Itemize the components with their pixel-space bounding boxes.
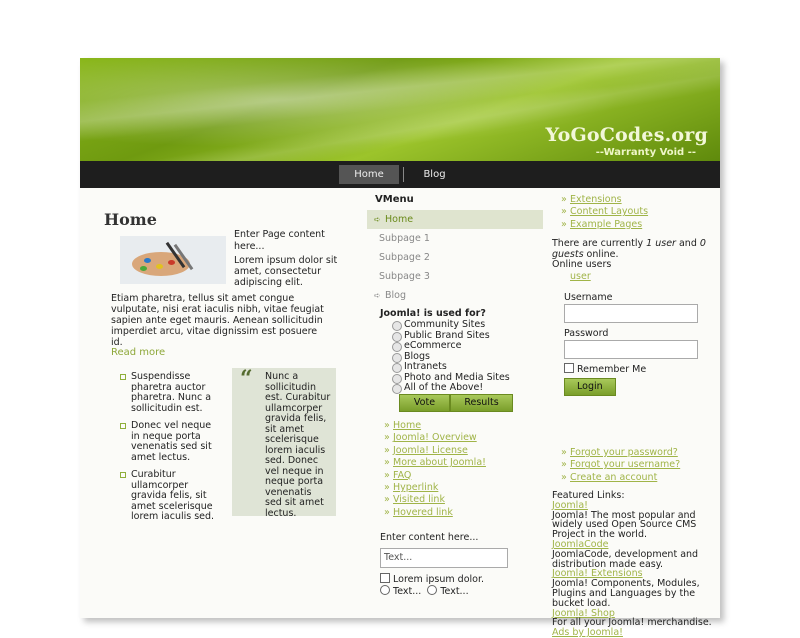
vmenu-title: VMenu [375,194,414,205]
password-label: Password [564,328,609,339]
content-area: Home Enter Page content here... Lorem ip… [80,188,720,637]
login-form: Username Password Remember Me Login [564,292,704,396]
featured-desc: Joomla! The most popular and widely used… [552,509,697,541]
checkbox-row[interactable]: Lorem ipsum dolor. [380,573,484,585]
create-account-link[interactable]: » Create an account [561,472,680,484]
intro-text: Enter Page content here... [234,229,325,252]
nav-separator [403,167,404,182]
blockquote: “ Nunc a sollicitudin est. Curabitur ull… [232,366,336,519]
poll-option[interactable]: All of the Above! [380,382,540,394]
nav-blog[interactable]: Blog [412,165,457,184]
forgot-username-link[interactable]: » Forgot your username? [561,459,680,471]
link-extensions[interactable]: » Extensions [561,194,648,206]
vertical-menu: ➪ Home Subpage 1 Subpage 2 Subpage 3 ➪ Blo… [367,210,543,305]
text-input[interactable]: Text... [380,548,508,568]
page: YoGoCodes.org --Warranty Void -- Home Bl… [80,58,720,637]
login-button[interactable]: Login [564,378,616,396]
poll-title: Joomla! is used for? [380,308,486,319]
nav-home[interactable]: Home [339,165,399,184]
checkbox[interactable] [380,573,390,583]
link-faq[interactable]: » FAQ [384,470,544,482]
link-overview[interactable]: » Joomla! Overview [384,432,544,444]
poll-buttons: Vote Results [399,394,513,412]
link-list: » Home » Joomla! Overview » Joomla! License… [384,420,544,519]
radio-2[interactable] [427,585,438,595]
featured-links: Featured Links: Joomla! Joomla! The most… [552,491,714,638]
arrow-icon: ➪ [374,215,381,224]
featured-desc: Joomla! Components, Modules, Plugins and… [552,578,700,609]
bullet-icon [120,374,126,380]
featured-link-shop[interactable]: Joomla! Shop [552,608,714,619]
link-hovered[interactable]: » Hovered link [384,507,544,519]
right-links: » Extensions » Content Layouts » Example Pa… [561,194,648,231]
top-navigation: Home Blog [80,161,720,188]
radio-1[interactable] [380,585,390,595]
results-button[interactable]: Results [450,394,513,412]
palette-image [120,236,226,284]
featured-link-ads[interactable]: Ads by Joomla! [552,628,714,638]
link-example-pages[interactable]: » Example Pages [561,219,648,231]
poll: Joomla! is used for? Community Sites Pub… [380,308,540,412]
vmenu-item-blog[interactable]: ➪ Blog [367,286,543,305]
list-item: Suspendisse pharetra auctor pharetra. Nu… [120,371,220,414]
page-title: Home [104,210,157,229]
online-user-link[interactable]: user [561,271,591,282]
whos-online: There are currently 1 user and 0 guests … [552,238,706,270]
password-field[interactable] [564,340,698,359]
bullet-icon [120,472,126,478]
body-paragraph: Etiam pharetra, tellus sit amet congue v… [111,293,324,348]
lorem-text: Lorem ipsum dolor sit amet, consectetur … [234,255,338,288]
vmenu-item-subpage-1[interactable]: Subpage 1 [367,229,543,248]
link-home[interactable]: » Home [384,420,544,432]
link-more-about[interactable]: » More about Joomla! [384,457,544,469]
username-label: Username [564,292,613,303]
featured-desc: For all your Joomla! merchandise. [552,617,712,629]
list-item: Donec vel neque in neque porta venenatis… [120,420,220,463]
username-field[interactable] [564,304,698,323]
enter-content-label: Enter content here... [380,532,479,543]
list-item: Curabitur ullamcorper gravida felis, sit… [120,469,220,523]
site-header: YoGoCodes.org --Warranty Void -- [80,58,720,161]
forgot-password-link[interactable]: » Forgot your password? [561,447,680,459]
remember-checkbox[interactable] [564,363,574,373]
site-title[interactable]: YoGoCodes.org [545,124,708,146]
vmenu-item-home[interactable]: ➪ Home [367,210,543,229]
link-visited[interactable]: » Visited link [384,494,544,506]
bullet-list: Suspendisse pharetra auctor pharetra. Nu… [120,371,220,530]
vmenu-item-subpage-3[interactable]: Subpage 3 [367,267,543,286]
bullet-icon [120,423,126,429]
account-links: » Forgot your password? » Forgot your user… [561,447,680,484]
vmenu-item-subpage-2[interactable]: Subpage 2 [367,248,543,267]
radio-row: Text... Text... [380,585,469,597]
link-content-layouts[interactable]: » Content Layouts [561,206,648,218]
featured-desc: JoomlaCode, development and distribution… [552,548,699,570]
site-slogan: --Warranty Void -- [595,147,696,158]
quote-icon: “ [240,366,253,392]
link-hyperlink[interactable]: » Hyperlink [384,482,544,494]
read-more-link[interactable]: Read more [111,347,165,358]
quote-text: Nunc a sollicitudin est. Curabitur ullam… [265,371,331,519]
arrow-icon: ➪ [374,291,381,300]
remember-me[interactable]: Remember Me [564,363,704,375]
vote-button[interactable]: Vote [399,394,450,412]
link-license[interactable]: » Joomla! License [384,445,544,457]
